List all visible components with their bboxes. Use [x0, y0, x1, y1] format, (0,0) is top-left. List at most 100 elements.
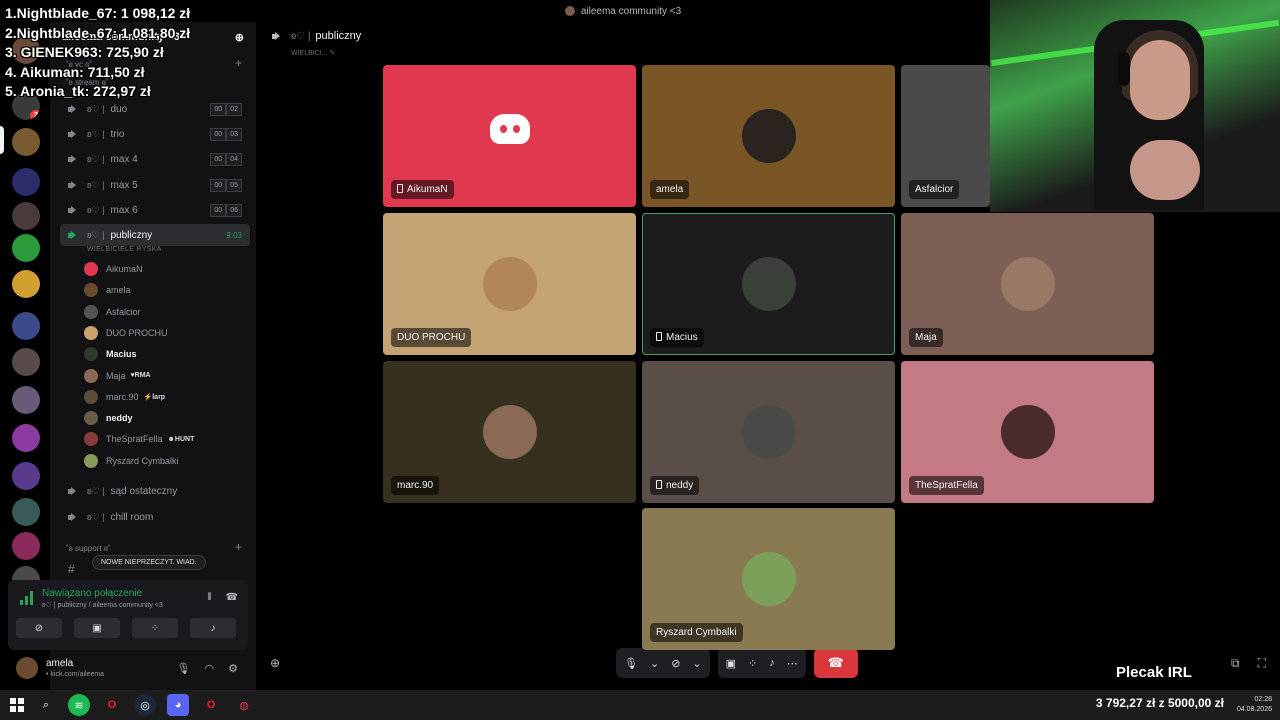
- screen-share-button[interactable]: ▣: [74, 618, 120, 638]
- steam-icon[interactable]: ◎: [134, 694, 156, 716]
- tile-name-text: Macius: [666, 332, 698, 343]
- avatar: [84, 368, 98, 383]
- camera-off-icon[interactable]: ⊘: [671, 657, 680, 670]
- microphone-icon[interactable]: 🎙: [177, 662, 191, 675]
- voice-user[interactable]: DUO PROCHU: [84, 323, 168, 343]
- discord-icon[interactable]: ◕: [167, 694, 189, 716]
- popout-icon[interactable]: ⧉: [1231, 656, 1240, 671]
- noise-suppression-icon[interactable]: ⫴: [207, 592, 211, 603]
- signal-icon[interactable]: [20, 591, 34, 605]
- channel-chill-room[interactable]: ʚ♡ | chill room: [60, 506, 250, 528]
- voice-user[interactable]: Maja ♥RMA: [84, 366, 151, 386]
- video-tile[interactable]: TheSpratFella: [901, 361, 1154, 503]
- voice-user[interactable]: AikumaN: [84, 259, 143, 279]
- video-tile[interactable]: marc.90: [383, 361, 636, 503]
- server-icon-7[interactable]: [12, 312, 40, 340]
- voice-user[interactable]: Asfalcior: [84, 302, 141, 322]
- system-clock[interactable]: 02:28 04.08.2026: [1237, 695, 1272, 715]
- voice-user[interactable]: Ryszard Cymbalki: [84, 451, 179, 471]
- channel-status[interactable]: WIELBICI... ✎: [291, 49, 335, 57]
- video-tile[interactable]: Macius: [642, 213, 895, 355]
- server-icon-5[interactable]: [12, 234, 40, 262]
- server-icon-4[interactable]: [12, 202, 40, 230]
- headphones-icon[interactable]: ◠: [205, 662, 215, 675]
- channel-max-5[interactable]: ʚ♡ | max 5 00 05: [60, 174, 250, 196]
- server-icon-11[interactable]: [12, 462, 40, 490]
- more-icon[interactable]: ⋯: [787, 657, 798, 670]
- video-tile[interactable]: Maja: [901, 213, 1154, 355]
- add-channel-icon[interactable]: +: [235, 540, 242, 554]
- channel-max-6[interactable]: ʚ♡ | max 6 00 06: [60, 199, 250, 221]
- camera-off-button[interactable]: ⊘: [16, 618, 62, 638]
- voice-channel-path[interactable]: ʚ♡ | publiczny / aileema community <3: [42, 601, 163, 609]
- voice-user[interactable]: neddy: [84, 408, 133, 428]
- windows-start-icon[interactable]: [10, 698, 24, 712]
- soundboard-button[interactable]: ♪: [190, 618, 236, 638]
- search-icon[interactable]: ⌕: [35, 694, 57, 716]
- server-icon-13[interactable]: [12, 532, 40, 560]
- leaderboard-row: 2.Nightblade_67: 1 081,80 zł: [5, 24, 191, 41]
- stream-overlay-title: Plecak IRL: [1116, 664, 1192, 681]
- window-title: aileema community <3: [580, 5, 682, 17]
- opera-gx-icon[interactable]: O: [200, 694, 222, 716]
- video-tile[interactable]: neddy: [642, 361, 895, 503]
- voice-user[interactable]: TheSpratFella ☻HUNT: [84, 429, 194, 449]
- opera-icon[interactable]: O: [101, 694, 123, 716]
- voice-user[interactable]: Macius: [84, 344, 137, 364]
- fullscreen-icon[interactable]: ⛶: [1258, 656, 1266, 671]
- view-controls: ⧉ ⛶: [1231, 656, 1266, 671]
- activities-icon[interactable]: ⁘: [748, 657, 757, 670]
- avatar: [84, 283, 98, 298]
- microphone-icon[interactable]: 🎙: [624, 657, 638, 670]
- spotify-icon[interactable]: ≋: [68, 694, 90, 716]
- server-icon-6[interactable]: [12, 270, 40, 298]
- voice-user[interactable]: amela: [84, 280, 131, 300]
- voice-user[interactable]: marc.90 ⚡larp: [84, 387, 165, 407]
- username[interactable]: amela: [46, 658, 104, 669]
- avatar: [84, 325, 98, 340]
- chevron-down-icon[interactable]: ⌄: [650, 657, 659, 670]
- hang-up-button[interactable]: ☎: [813, 648, 858, 678]
- voice-user-name: TheSpratFella: [106, 434, 163, 445]
- new-unread-pill[interactable]: NOWE NIEPRZECZYT. WIAD.: [92, 555, 206, 570]
- tile-name-label: amela: [650, 180, 690, 199]
- channel-publiczny[interactable]: ʚ♡ | publiczny 9:03: [60, 224, 250, 246]
- disconnect-icon[interactable]: ☎: [226, 592, 238, 603]
- channel-label: trio: [110, 128, 125, 140]
- video-tile[interactable]: DUO PROCHU: [383, 213, 636, 355]
- voice-status[interactable]: Nawiązano połączenie: [42, 588, 142, 599]
- settings-gear-icon[interactable]: ⚙: [228, 662, 238, 675]
- channel-max-4[interactable]: ʚ♡ | max 4 00 04: [60, 148, 250, 170]
- channel-label: sąd ostateczny: [110, 485, 178, 497]
- chevron-down-icon[interactable]: ⌄: [692, 657, 701, 670]
- server-icon-12[interactable]: [12, 498, 40, 526]
- leaderboard-row: 3. GIENEK963: 725,90 zł: [5, 44, 164, 60]
- add-channel-icon[interactable]: +: [235, 56, 242, 70]
- server-icon-10[interactable]: [12, 424, 40, 452]
- avatar: [84, 411, 98, 426]
- video-tile[interactable]: amela: [642, 65, 895, 207]
- video-tile[interactable]: Asfalcior: [901, 65, 990, 207]
- mic-group[interactable]: 🎙 ⌄ ⊘ ⌄: [616, 648, 710, 678]
- screen-share-icon[interactable]: ▣: [726, 657, 736, 670]
- avatar[interactable]: [16, 657, 38, 679]
- speaker-icon: [68, 104, 79, 114]
- channel-trio[interactable]: ʚ♡ | trio 00 03: [60, 123, 250, 145]
- channel-sad-ostateczny[interactable]: ʚ♡ | sąd ostateczny: [60, 480, 250, 502]
- app-icon[interactable]: ◍: [233, 694, 255, 716]
- user-tag: ♥RMA: [130, 372, 151, 379]
- soundboard-icon[interactable]: ♪: [769, 657, 775, 669]
- server-icon-3[interactable]: [12, 128, 40, 156]
- server-icon-8[interactable]: [12, 348, 40, 376]
- server-folder-icon[interactable]: [12, 168, 40, 196]
- server-icon-9[interactable]: [12, 386, 40, 414]
- channel-label: chill room: [110, 511, 154, 523]
- tile-name-text: Asfalcior: [915, 184, 954, 195]
- video-tile[interactable]: Ryszard Cymbalki: [642, 508, 895, 650]
- category-support[interactable]: ˚ʚ support ɞ˚: [66, 544, 111, 553]
- add-member-icon[interactable]: ⊕: [235, 31, 244, 44]
- activities-button[interactable]: ⁘: [132, 618, 178, 638]
- video-tile[interactable]: AikumaN: [383, 65, 636, 207]
- invite-person-icon[interactable]: ⊕: [270, 656, 280, 670]
- tile-name-label: Maja: [909, 328, 943, 347]
